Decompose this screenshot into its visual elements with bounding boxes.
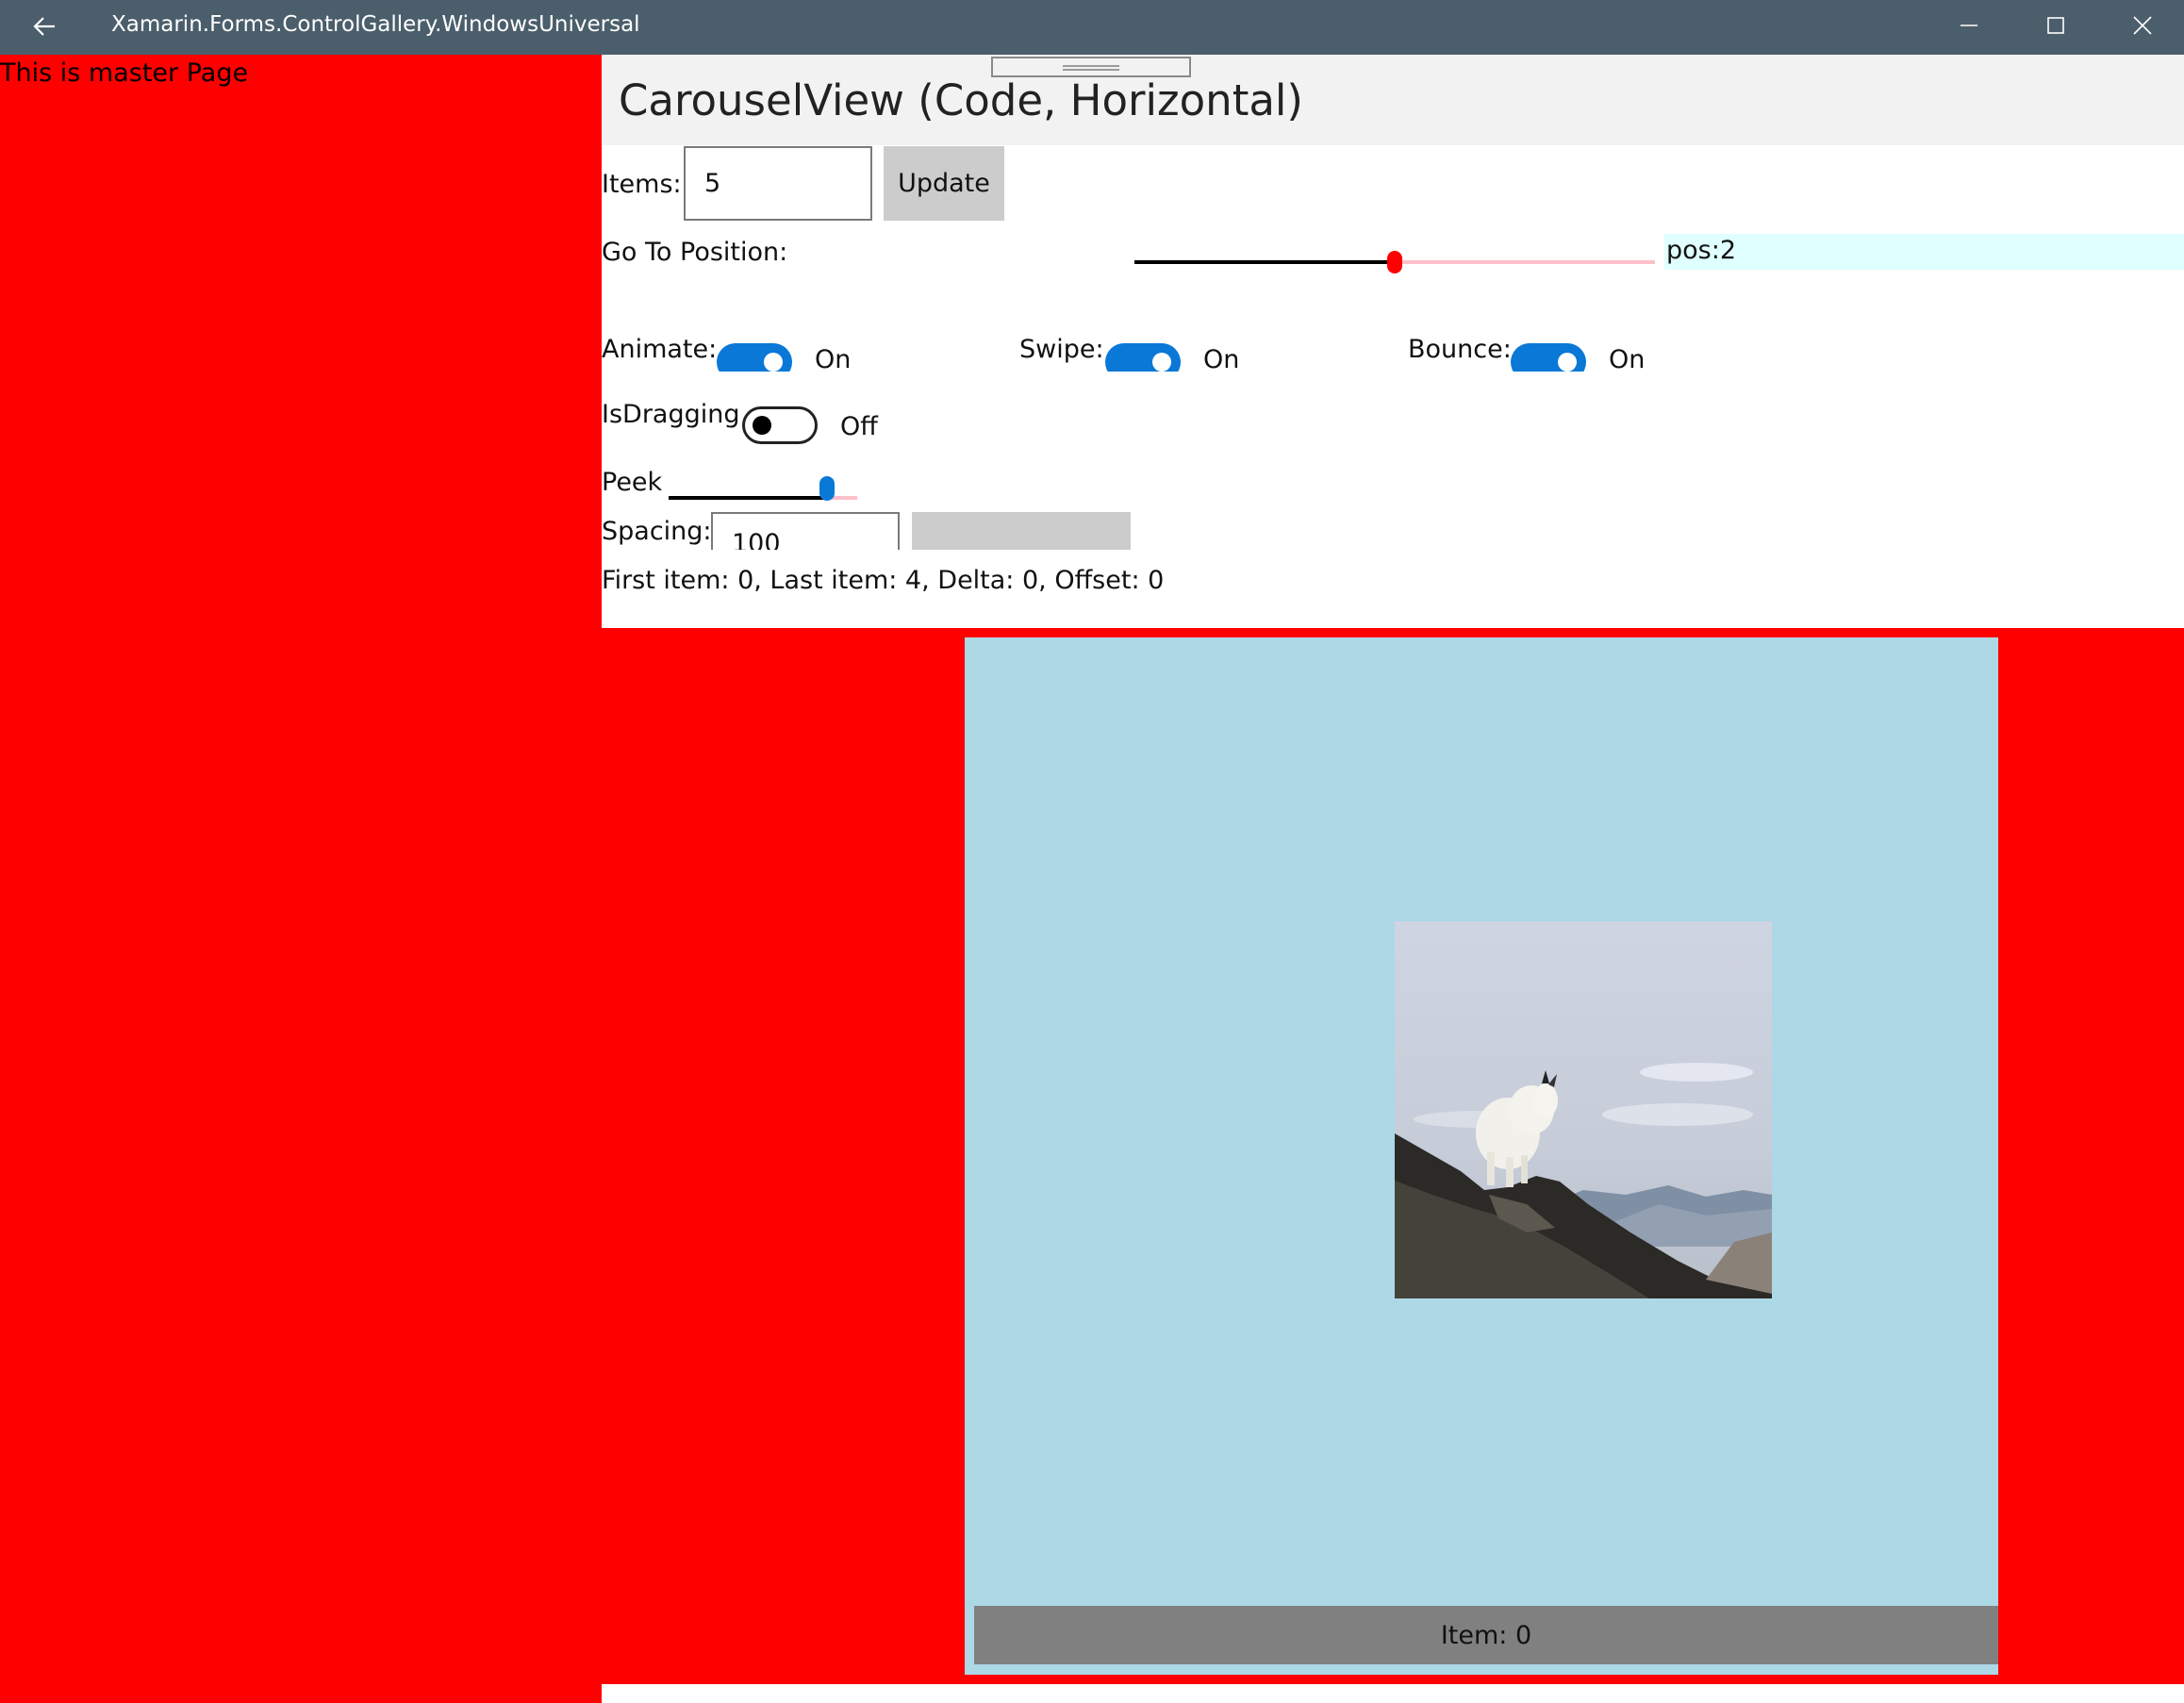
peek-slider-filled-track [669, 496, 829, 500]
isdragging-label: IsDragging [602, 400, 740, 429]
position-slider-thumb[interactable] [1387, 251, 1402, 273]
isdragging-state: Off [840, 412, 878, 441]
bounce-state: On [1609, 345, 1646, 372]
back-arrow-icon[interactable] [26, 8, 64, 45]
update-spacing-button[interactable] [912, 512, 1131, 550]
spacing-label: Spacing: [602, 517, 712, 546]
window-title: Xamarin.Forms.ControlGallery.WindowsUniv… [111, 12, 640, 37]
animate-toggle[interactable] [717, 343, 792, 372]
items-entry-value: 5 [704, 169, 721, 198]
update-button[interactable]: Update [884, 146, 1004, 221]
go-to-position-label: Go To Position: [602, 238, 788, 267]
bounce-label: Bounce: [1408, 335, 1512, 364]
master-page-text: This is master Page [0, 58, 249, 88]
peek-slider-thumb[interactable] [819, 476, 835, 501]
scroll-status-text: First item: 0, Last item: 4, Delta: 0, O… [602, 566, 1165, 595]
master-page: This is master Page [0, 55, 602, 1703]
maximize-button[interactable] [2013, 0, 2098, 55]
animate-switch[interactable]: On [717, 339, 886, 372]
carousel-item-footer: Item: 0 [974, 1606, 1998, 1664]
animate-state: On [815, 345, 852, 372]
items-entry[interactable]: 5 [684, 146, 872, 221]
position-readout: pos:2 [1664, 234, 2184, 270]
peek-slider[interactable] [669, 476, 857, 501]
spacing-entry-value: 100 [732, 529, 781, 550]
page-title: CarouselView (Code, Horizontal) [619, 75, 1303, 125]
close-icon [2131, 14, 2154, 41]
items-label: Items: [602, 170, 682, 199]
position-slider-remaining-track [1402, 260, 1655, 264]
close-button[interactable] [2100, 0, 2184, 55]
swipe-toggle[interactable] [1105, 343, 1181, 372]
mountain-goat-image [1395, 921, 1772, 1298]
minimize-button[interactable] [1927, 0, 2011, 55]
swipe-state: On [1203, 345, 1240, 372]
animate-label: Animate: [602, 335, 718, 364]
position-slider[interactable] [1134, 251, 1655, 273]
minimize-icon [1958, 14, 1980, 41]
peek-label: Peek [602, 468, 663, 497]
drag-grip-handle[interactable] [991, 57, 1191, 77]
title-bar: Xamarin.Forms.ControlGallery.WindowsUniv… [0, 0, 2184, 55]
swipe-label: Swipe: [1019, 335, 1104, 364]
position-slider-filled-track [1134, 260, 1389, 264]
swipe-switch[interactable]: On [1105, 339, 1275, 372]
position-readout-text: pos:2 [1666, 236, 1736, 265]
isdragging-toggle[interactable] [742, 406, 818, 444]
maximize-icon [2044, 14, 2067, 41]
spacing-entry[interactable]: 100 [711, 512, 900, 550]
bounce-switch[interactable]: On [1511, 339, 1680, 372]
carousel-item-label: Item: 0 [1440, 1620, 1532, 1650]
bounce-toggle[interactable] [1511, 343, 1586, 372]
